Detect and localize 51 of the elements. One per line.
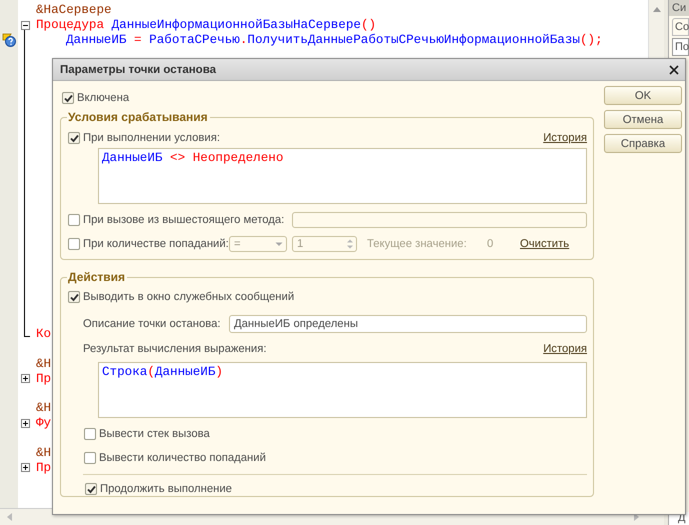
dialog-button[interactable]: OK [604, 86, 682, 105]
checkbox[interactable] [62, 92, 74, 104]
checkbox[interactable] [85, 483, 97, 495]
condition-field[interactable]: ДанныеИБ <> Неопределено [98, 148, 587, 204]
description-label: Описание точки останова: [83, 318, 222, 330]
fold-plus-icon[interactable] [20, 418, 30, 428]
checkbox-label: Вывести количество попаданий [99, 452, 266, 464]
code-line: &Н [36, 401, 52, 416]
scroll-up-icon[interactable] [652, 6, 660, 12]
result-label: Результат вычисления выражения: [83, 343, 266, 355]
window-title: Параметры точки останова [60, 64, 216, 76]
panel-header: Си [669, 0, 689, 16]
fold-plus-icon[interactable] [20, 463, 30, 472]
history-link[interactable]: История [543, 343, 587, 355]
checkbox[interactable] [68, 291, 80, 303]
current-value: 0 [487, 238, 494, 250]
history-link[interactable]: История [543, 132, 587, 144]
checkbox[interactable] [68, 214, 80, 226]
checkbox-label: При вызове из вышестоящего метода: [83, 214, 284, 226]
clear-link[interactable]: Очистить [520, 238, 570, 250]
code-line: &НаСервере [36, 3, 112, 18]
current-value-label: Текущее значение: [367, 238, 468, 250]
code-line: Процедура ДанныеИнформационнойБазыНаСервере() [36, 18, 376, 32]
code-line: Фу [36, 416, 52, 430]
code-line: &Н [36, 446, 52, 460]
checkbox[interactable] [68, 238, 80, 250]
checkbox-label: Вывести стек вызова [99, 428, 210, 440]
fold-plus-icon[interactable] [20, 374, 30, 384]
checkbox-label: При выполнении условия: [83, 132, 220, 144]
code-line: &Н [36, 357, 52, 372]
panel-tab[interactable]: Со [672, 18, 689, 36]
group-title: Действия [67, 270, 126, 284]
checkbox[interactable] [84, 452, 96, 464]
code-line: Пр [36, 372, 52, 386]
code-line: Ко [36, 327, 52, 342]
fold-minus-icon[interactable] [20, 20, 30, 30]
dialog-button[interactable]: Отмена [604, 110, 682, 129]
group-title: Условия срабатывания [67, 110, 209, 124]
code-line: Пр [36, 460, 52, 475]
checkbox-label: Выводить в окно служебных сообщений [83, 291, 294, 303]
checkbox[interactable] [84, 428, 96, 440]
checkbox[interactable] [68, 132, 80, 144]
dialog-button[interactable]: Справка [604, 134, 682, 153]
code-line: ДанныеИБ = РаботаСРечью.ПолучитьДанныеРаботыСРечьюИнформационнойБазы(); [66, 32, 603, 47]
description-field[interactable]: ДанныеИБ определены [229, 315, 587, 333]
scroll-left-icon[interactable] [6, 513, 12, 521]
checkbox-label: Продолжить выполнение [100, 483, 232, 495]
expression-field[interactable]: Строка(ДанныеИБ) [98, 362, 587, 418]
checkbox-label: Включена [77, 92, 130, 104]
close-icon[interactable] [669, 64, 679, 74]
checkbox-label: При количестве попаданий: [83, 238, 229, 250]
